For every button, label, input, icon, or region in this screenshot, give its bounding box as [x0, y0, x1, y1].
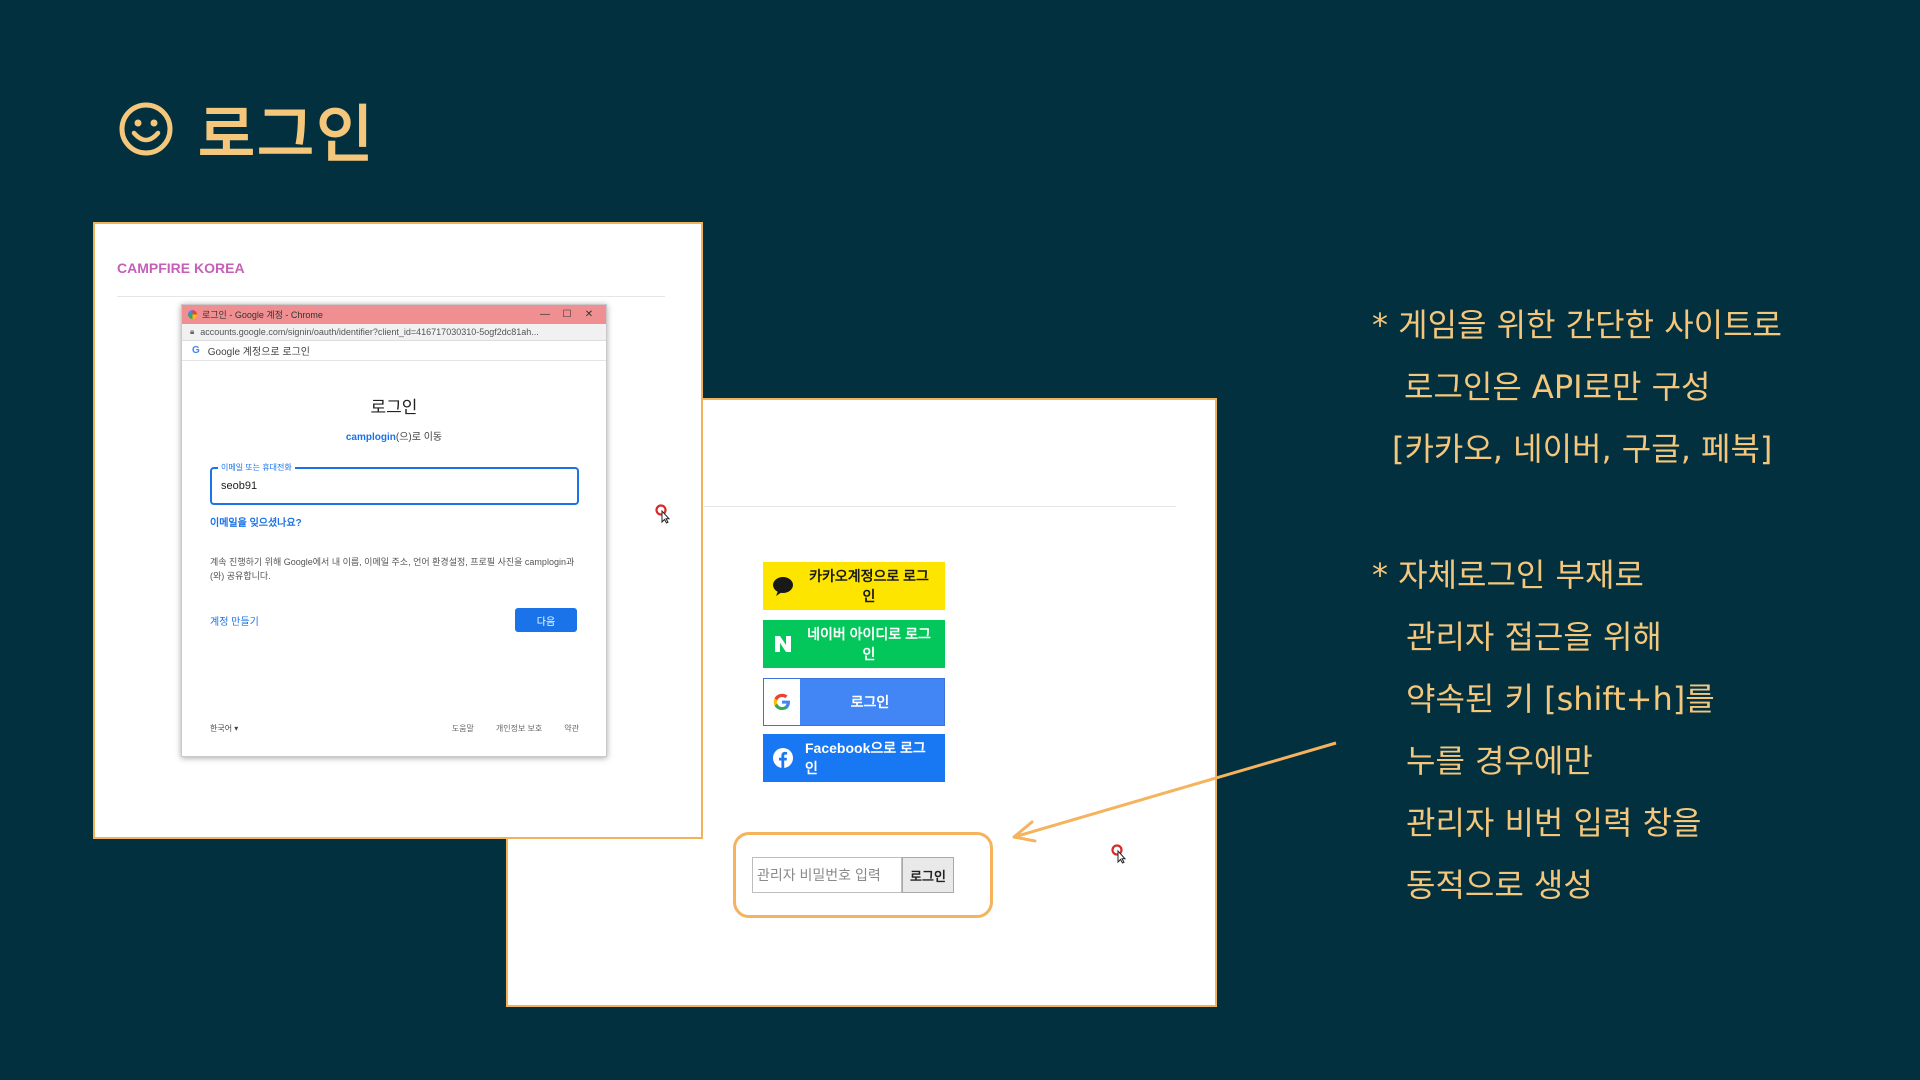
email-field[interactable]: 이메일 또는 휴대전화 seob91	[210, 462, 579, 505]
note-line: 관리자 비번 입력 창을	[1406, 804, 1702, 842]
naver-login-label: 네이버 아이디로 로그인	[807, 626, 931, 662]
google-account-bar: G Google 계정으로 로그인	[182, 341, 606, 361]
divider	[117, 296, 665, 297]
note-line: 약속된 키 [shift+h]를	[1406, 680, 1715, 718]
facebook-f-icon	[763, 734, 803, 782]
terms-link[interactable]: 약관	[564, 723, 579, 734]
address-bar[interactable]: 🔒︎ accounts.google.com/signin/oauth/iden…	[182, 324, 606, 341]
url-text: accounts.google.com/signin/oauth/identif…	[200, 327, 539, 337]
kakao-login-button[interactable]: 카카오계정으로 로그인	[763, 562, 945, 610]
subtitle-rest: (으)로 이동	[395, 432, 443, 443]
google-login-label: 로그인	[850, 694, 890, 710]
google-g-icon	[764, 679, 800, 725]
maximize-icon[interactable]: ☐	[556, 309, 578, 320]
note-line: 누를 경우에만	[1406, 742, 1593, 780]
app-link[interactable]: camplogin	[346, 432, 396, 443]
note-line: 동적으로 생성	[1406, 866, 1593, 904]
kakao-speech-bubble-icon	[763, 562, 803, 610]
signin-subtitle: camplogin(으)로 이동	[182, 428, 606, 443]
consent-notice: 계속 진행하기 위해 Google에서 내 이름, 이메일 주소, 언어 환경설…	[210, 557, 575, 581]
smiley-icon	[119, 102, 173, 156]
signin-heading: 로그인	[370, 398, 418, 417]
facebook-login-button[interactable]: Facebook으로 로그인	[763, 734, 945, 782]
note-line: 관리자 접근을 위해	[1406, 618, 1662, 656]
note-line: * 게임을 위한 간단한 사이트로	[1372, 306, 1782, 344]
cursor-click-icon	[1111, 844, 1127, 864]
note-line: * 자체로그인 부재로	[1372, 556, 1644, 594]
cursor-click-icon	[655, 504, 671, 524]
help-link[interactable]: 도움말	[452, 723, 474, 734]
facebook-login-label: Facebook으로 로그인	[805, 740, 926, 776]
naver-n-icon	[763, 620, 803, 668]
email-field-label: 이메일 또는 휴대전화	[218, 462, 295, 473]
admin-login-highlight: 로그인	[733, 832, 993, 918]
note-line: [카카오, 네이버, 구글, 페북]	[1392, 430, 1773, 468]
google-bar-text: Google 계정으로 로그인	[207, 347, 310, 358]
email-field-value: seob91	[221, 480, 258, 492]
kakao-login-label: 카카오계정으로 로그인	[809, 568, 929, 604]
admin-password-input[interactable]	[752, 857, 902, 893]
note-line: 로그인은 API로만 구성	[1404, 368, 1711, 406]
window-titlebar: 로그인 - Google 계정 - Chrome — ☐ ✕	[182, 305, 606, 324]
admin-login-button[interactable]: 로그인	[902, 857, 954, 893]
next-button[interactable]: 다음	[515, 608, 577, 632]
brand-logo-text: CAMPFIRE KOREA	[117, 260, 245, 276]
google-g-icon: G	[192, 345, 200, 356]
privacy-link[interactable]: 개인정보 보호	[496, 723, 542, 734]
footer-links: 도움말 개인정보 보호 약관	[452, 723, 579, 734]
language-select[interactable]: 한국어 ▾	[210, 723, 238, 734]
minimize-icon[interactable]: —	[534, 309, 556, 320]
create-account-link[interactable]: 계정 만들기	[210, 613, 259, 628]
forgot-email-link[interactable]: 이메일을 잊으셨나요?	[210, 514, 302, 529]
naver-login-button[interactable]: 네이버 아이디로 로그인	[763, 620, 945, 668]
page-title: 로그인	[198, 98, 376, 171]
chrome-icon	[188, 310, 197, 319]
google-login-button[interactable]: 로그인	[763, 678, 945, 726]
close-icon[interactable]: ✕	[578, 309, 600, 320]
window-title: 로그인 - Google 계정 - Chrome	[202, 310, 323, 320]
chrome-popup-window: 로그인 - Google 계정 - Chrome — ☐ ✕ 🔒︎ accoun…	[181, 304, 607, 757]
google-signin-screenshot: CAMPFIRE KOREA 로그인 - Google 계정 - Chrome …	[93, 222, 703, 839]
slide-title: 로그인	[118, 84, 375, 174]
divider	[704, 506, 1176, 507]
lock-icon: 🔒︎	[190, 327, 195, 336]
